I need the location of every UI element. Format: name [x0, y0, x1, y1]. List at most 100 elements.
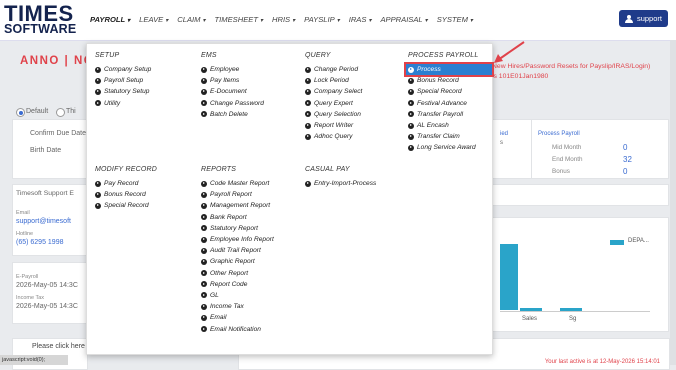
- circle-arrow-icon: [408, 133, 414, 140]
- menu-item-label: Email Notification: [210, 325, 261, 333]
- menu-item-label: Payroll Setup: [104, 77, 144, 85]
- pp-row-value[interactable]: 0: [623, 167, 627, 176]
- menu-item-bonus-record[interactable]: Bonus Record: [408, 75, 492, 86]
- menu-item-entry-import-process[interactable]: Entry-Import-Process: [305, 178, 376, 189]
- menu-item-code-master-report[interactable]: Code Master Report: [201, 178, 274, 189]
- menu-item-label: Employee Info Report: [210, 236, 274, 244]
- menu-item-label: Transfer Payroll: [417, 110, 464, 118]
- frag-ied: ied: [500, 131, 509, 137]
- nav-payslip[interactable]: PAYSLIP ▾: [304, 15, 340, 24]
- menu-item-statutory-setup[interactable]: Statutory Setup: [95, 86, 151, 97]
- circle-arrow-icon: [305, 180, 311, 187]
- page-scrollbar[interactable]: [670, 40, 676, 365]
- menu-item-payroll-report[interactable]: Payroll Report: [201, 189, 274, 200]
- menu-item-bank-report[interactable]: Bank Report: [201, 212, 274, 223]
- menu-item-label: Employee: [210, 66, 240, 74]
- circle-arrow-icon: [95, 88, 101, 95]
- menu-item-other-report[interactable]: Other Report: [201, 268, 274, 279]
- menu-item-utility[interactable]: Utility: [95, 98, 151, 109]
- support-button[interactable]: support: [618, 10, 668, 27]
- circle-arrow-icon: [305, 122, 311, 129]
- menu-item-transfer-payroll[interactable]: Transfer Payroll: [408, 109, 492, 120]
- menu-item-payroll-setup[interactable]: Payroll Setup: [95, 75, 151, 86]
- menu-item-process[interactable]: Process: [404, 61, 494, 78]
- email-link[interactable]: support@timesoft: [16, 218, 71, 225]
- menu-item-label: Report Code: [210, 280, 248, 288]
- menu-item-gl[interactable]: GL: [201, 290, 274, 301]
- menu-item-query-expert[interactable]: Query Expert: [305, 98, 362, 109]
- nav-claim[interactable]: CLAIM ▾: [177, 15, 205, 24]
- menu-item-label: Entry-Import-Process: [314, 180, 377, 188]
- times-software-logo[interactable]: TIMES SOFTWARE: [4, 1, 76, 35]
- menu-item-al-encash[interactable]: AL Encash: [408, 120, 492, 131]
- menu-item-festival-advance[interactable]: Festival Advance: [408, 98, 492, 109]
- menu-item-label: Long Service Award: [417, 144, 476, 152]
- menu-item-label: Audit Trail Report: [210, 247, 261, 255]
- menu-item-label: Company Select: [314, 88, 363, 96]
- nav-iras[interactable]: IRAS ▾: [349, 15, 372, 24]
- menu-item-company-setup[interactable]: Company Setup: [95, 64, 151, 75]
- menu-item-label: Special Record: [104, 202, 149, 210]
- pp-row-value[interactable]: 32: [623, 155, 632, 164]
- menu-item-email[interactable]: Email: [201, 312, 274, 323]
- menu-item-management-report[interactable]: Management Report: [201, 200, 274, 211]
- menu-item-label: Change Period: [314, 66, 358, 74]
- menu-item-pay-items[interactable]: Pay Items: [201, 75, 264, 86]
- menu-item-income-tax[interactable]: Income Tax: [201, 301, 274, 312]
- menu-item-change-password[interactable]: Change Password: [201, 98, 264, 109]
- circle-arrow-icon: [305, 88, 311, 95]
- nav-label: APPRAISAL: [380, 15, 423, 24]
- circle-arrow-icon: [201, 236, 207, 243]
- circle-arrow-icon: [201, 247, 207, 254]
- radio-default[interactable]: [16, 108, 25, 117]
- menu-item-graphic-report[interactable]: Graphic Report: [201, 256, 274, 267]
- menu-item-long-service-award[interactable]: Long Service Award: [408, 142, 492, 153]
- menu-item-company-select[interactable]: Company Select: [305, 86, 362, 97]
- nav-system[interactable]: SYSTEM ▾: [437, 15, 473, 24]
- menu-item-lock-period[interactable]: Lock Period: [305, 75, 362, 86]
- menu-item-transfer-claim[interactable]: Transfer Claim: [408, 131, 492, 142]
- menu-item-change-period[interactable]: Change Period: [305, 64, 362, 75]
- menu-item-label: Query Selection: [314, 110, 361, 118]
- menu-item-e-document[interactable]: E-Document: [201, 86, 264, 97]
- menu-item-query-selection[interactable]: Query Selection: [305, 109, 362, 120]
- menu-item-employee[interactable]: Employee: [201, 64, 264, 75]
- menu-item-report-code[interactable]: Report Code: [201, 279, 274, 290]
- frag-s: s: [500, 140, 503, 146]
- chevron-down-icon: ▾: [165, 18, 169, 24]
- pp-row-value[interactable]: 0: [623, 143, 627, 152]
- birth-date-label: Birth Date: [30, 147, 62, 154]
- circle-arrow-icon: [95, 77, 101, 84]
- nav-timesheet[interactable]: TIMESHEET ▾: [215, 15, 263, 24]
- x-tick-sg: Sg: [569, 316, 577, 322]
- menu-item-bonus-record[interactable]: Bonus Record: [95, 189, 157, 200]
- menu-item-label: Company Setup: [104, 66, 152, 74]
- radio-other[interactable]: [56, 108, 65, 117]
- menu-item-label: Management Report: [210, 202, 271, 210]
- menu-item-employee-info-report[interactable]: Employee Info Report: [201, 234, 274, 245]
- menu-item-label: Bank Report: [210, 213, 247, 221]
- logo-line1: TIMES: [4, 1, 74, 26]
- circle-arrow-icon: [201, 292, 207, 299]
- menu-item-pay-record[interactable]: Pay Record: [95, 178, 157, 189]
- menu-item-batch-delete[interactable]: Batch Delete: [201, 109, 264, 120]
- user-icon: [624, 14, 634, 23]
- menu-item-special-record[interactable]: Special Record: [408, 86, 492, 97]
- circle-arrow-icon: [201, 180, 207, 187]
- nav-payroll[interactable]: PAYROLL ▾: [90, 15, 130, 24]
- menu-item-label: Email: [210, 314, 227, 322]
- nav-hris[interactable]: HRIS ▾: [272, 15, 295, 24]
- hotline-link[interactable]: (65) 6295 1998: [16, 239, 63, 246]
- menu-item-report-writer[interactable]: Report Writer: [305, 120, 362, 131]
- pp-row-label: Mid Month: [552, 144, 582, 151]
- nav-label: TIMESHEET: [214, 15, 258, 24]
- nav-appraisal[interactable]: APPRAISAL ▾: [380, 15, 427, 24]
- menu-item-audit-trail-report[interactable]: Audit Trail Report: [201, 245, 274, 256]
- menu-item-statutory-report[interactable]: Statutory Report: [201, 223, 274, 234]
- nav-leave[interactable]: LEAVE ▾: [139, 15, 168, 24]
- menu-item-email-notification[interactable]: Email Notification: [201, 323, 274, 334]
- menu-item-adhoc-query[interactable]: Adhoc Query: [305, 131, 362, 142]
- menu-item-special-record[interactable]: Special Record: [95, 200, 157, 211]
- nav-label: SYSTEM: [436, 15, 468, 24]
- circle-arrow-icon: [408, 88, 414, 95]
